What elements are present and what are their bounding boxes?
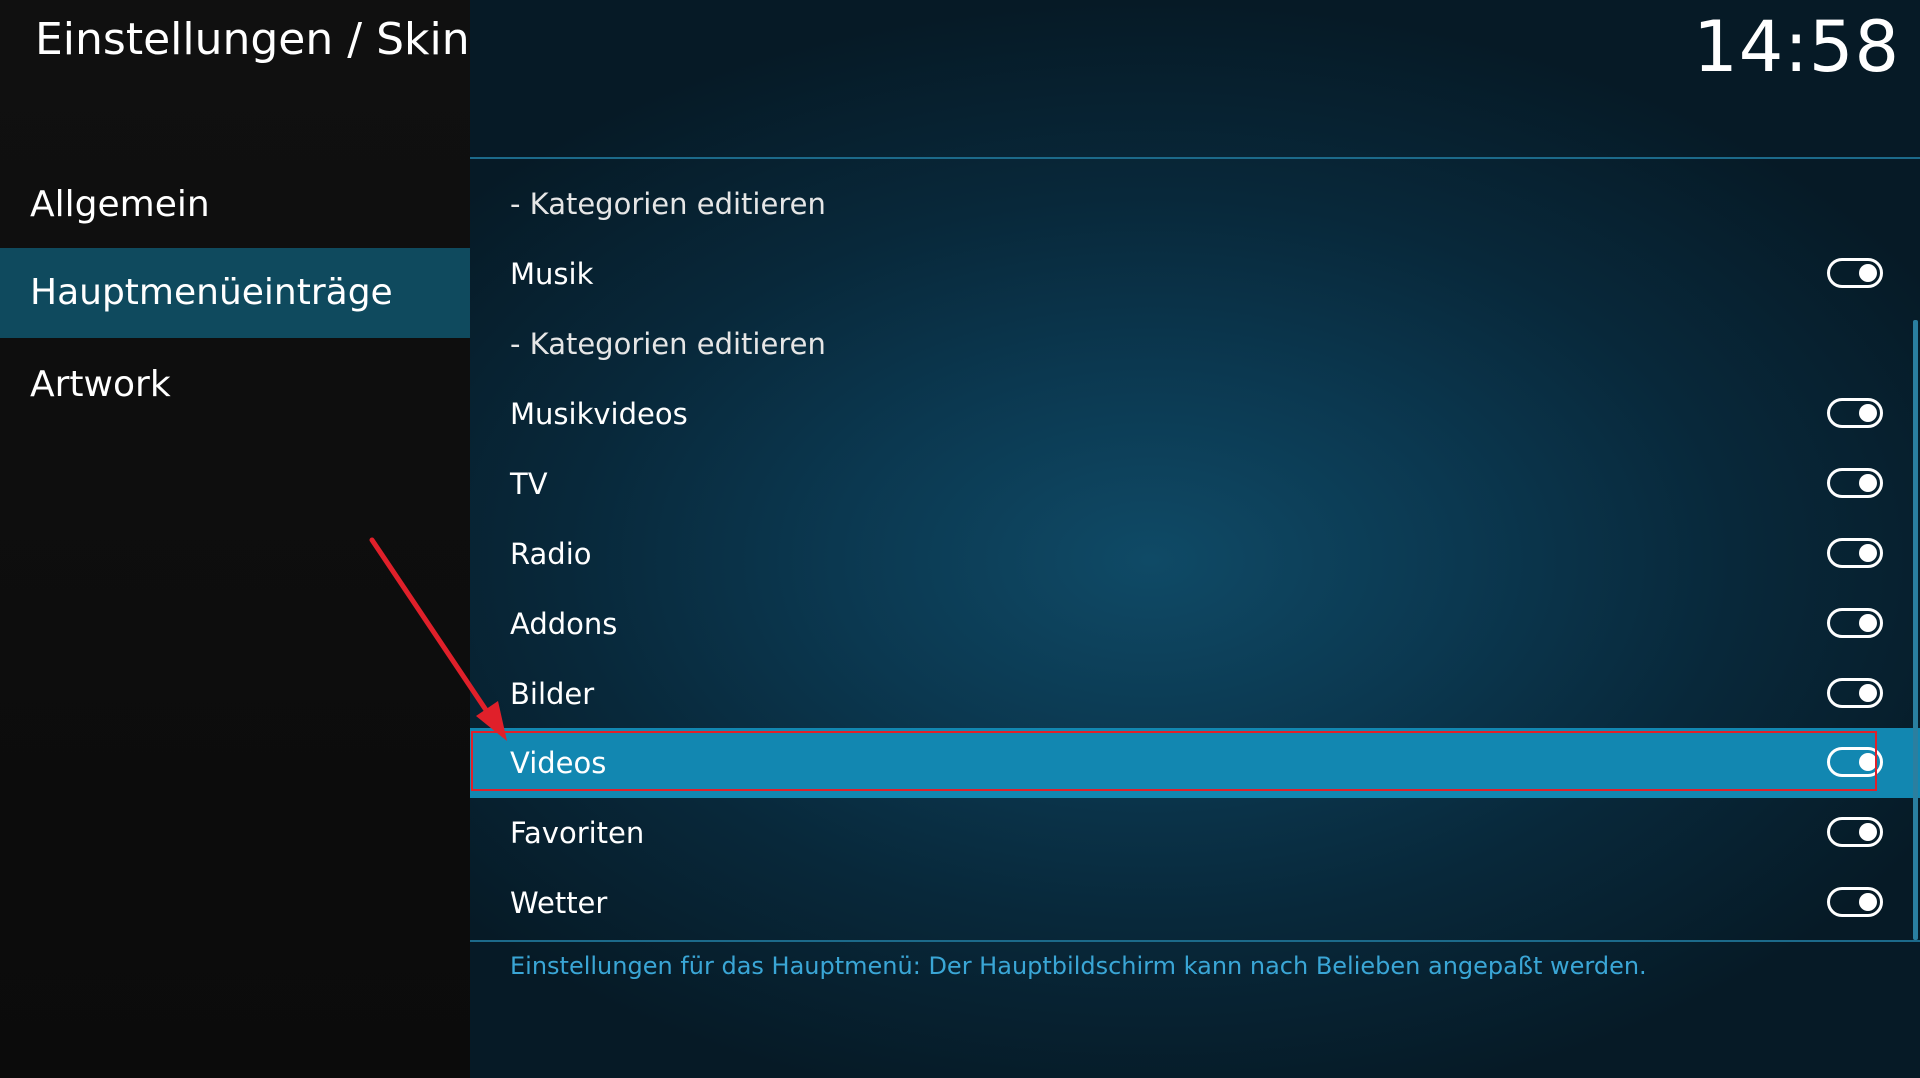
setting-label: Videos (510, 746, 607, 780)
toggle-knob (1859, 753, 1877, 771)
setting-label: TV (510, 467, 548, 501)
sidebar: Einstellungen / Skin Allgemein Hauptmenü… (0, 0, 470, 1078)
kodi-settings-screen: Einstellungen / Skin Allgemein Hauptmenü… (0, 0, 1920, 1078)
toggle-knob (1859, 404, 1877, 422)
toggle-musikvideos[interactable] (1827, 398, 1883, 428)
toggle-knob (1859, 893, 1877, 911)
sidebar-item-label: Hauptmenüeinträge (30, 272, 393, 313)
setting-row-musikvideos[interactable]: Musikvideos (470, 379, 1920, 449)
setting-label: - Kategorien editieren (510, 187, 826, 221)
setting-row-favoriten[interactable]: Favoriten (470, 798, 1920, 868)
toggle-bilder[interactable] (1827, 678, 1883, 708)
toggle-addons[interactable] (1827, 608, 1883, 638)
toggle-knob (1859, 614, 1877, 632)
setting-label: Musik (510, 257, 594, 291)
toggle-videos[interactable] (1827, 747, 1883, 777)
sidebar-item-allgemein[interactable]: Allgemein (0, 160, 470, 250)
setting-row-kategorien-editieren-musik[interactable]: - Kategorien editieren (470, 169, 1920, 239)
page-title: Einstellungen / Skin (35, 14, 470, 65)
setting-label: Favoriten (510, 816, 645, 850)
scrollbar[interactable] (1913, 320, 1918, 940)
setting-label: Addons (510, 607, 618, 641)
toggle-radio[interactable] (1827, 538, 1883, 568)
sidebar-item-artwork[interactable]: Artwork (0, 340, 470, 430)
setting-label: Radio (510, 537, 592, 571)
setting-row-radio[interactable]: Radio (470, 519, 1920, 589)
sidebar-item-label: Allgemein (30, 184, 210, 225)
setting-row-videos[interactable]: Videos (470, 728, 1920, 798)
toggle-knob (1859, 684, 1877, 702)
toggle-knob (1859, 264, 1877, 282)
setting-row-wetter[interactable]: Wetter (470, 868, 1920, 938)
setting-label: Musikvideos (510, 397, 688, 431)
toggle-musik[interactable] (1827, 258, 1883, 288)
setting-row-kategorien-editieren-musikvideos[interactable]: - Kategorien editieren (470, 309, 1920, 379)
sidebar-item-hauptmenueeintraege[interactable]: Hauptmenüeinträge (0, 248, 470, 338)
top-divider (470, 157, 1920, 159)
toggle-favoriten[interactable] (1827, 817, 1883, 847)
setting-label: Bilder (510, 677, 595, 711)
setting-row-tv[interactable]: TV (470, 449, 1920, 519)
setting-label: - Kategorien editieren (510, 327, 826, 361)
toggle-tv[interactable] (1827, 468, 1883, 498)
setting-row-addons[interactable]: Addons (470, 589, 1920, 659)
bottom-divider (470, 940, 1920, 942)
clock: 14:58 (1693, 6, 1900, 88)
sidebar-item-label: Artwork (30, 364, 171, 405)
toggle-wetter[interactable] (1827, 887, 1883, 917)
toggle-knob (1859, 823, 1877, 841)
setting-label: Wetter (510, 886, 608, 920)
setting-description: Einstellungen für das Hauptmenü: Der Hau… (510, 952, 1647, 980)
toggle-knob (1859, 474, 1877, 492)
toggle-knob (1859, 544, 1877, 562)
setting-row-bilder[interactable]: Bilder (470, 659, 1920, 729)
setting-row-musik[interactable]: Musik (470, 239, 1920, 309)
